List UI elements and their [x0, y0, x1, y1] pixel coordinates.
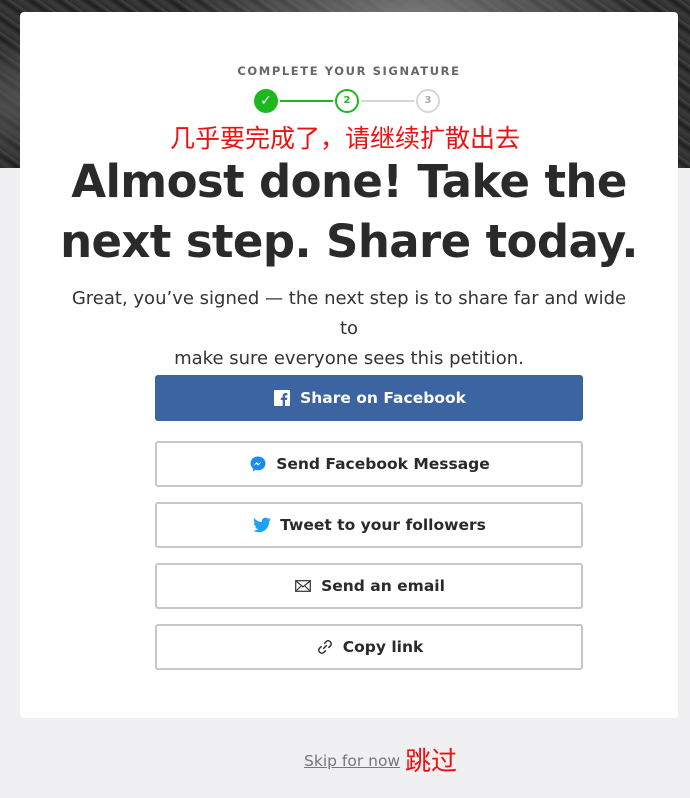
step-3-pending: 3: [416, 89, 440, 113]
red-annotation-skip: 跳过: [405, 746, 458, 776]
tweet-followers-button[interactable]: Tweet to your followers: [155, 502, 583, 548]
skip-for-now-link[interactable]: Skip for now: [304, 752, 400, 770]
headline-line-2: next step. Share today.: [60, 215, 638, 268]
copy-link-label: Copy link: [342, 638, 424, 656]
red-annotation-top: 几乎要完成了，请继续扩散出去: [169, 125, 520, 153]
link-icon: [315, 638, 335, 656]
facebook-icon: [272, 389, 292, 407]
step-1-complete-check-icon: ✓: [254, 89, 278, 113]
send-email-button[interactable]: Send an email: [155, 563, 583, 609]
headline-line-1: Almost done! Take the: [71, 155, 627, 208]
twitter-icon: [252, 516, 272, 534]
messenger-icon: [248, 455, 268, 473]
step-connector-complete: [280, 100, 333, 102]
step-connector-pending: [361, 100, 414, 102]
page-subtext: Great, you’ve signed — the next step is …: [60, 284, 638, 374]
send-message-label: Send Facebook Message: [276, 455, 490, 473]
page-headline: Almost done! Take the next step. Share t…: [20, 152, 678, 272]
envelope-icon: [293, 577, 313, 595]
tweet-label: Tweet to your followers: [280, 516, 486, 534]
share-facebook-label: Share on Facebook: [300, 389, 466, 407]
progress-stepper: ✓ 2 3: [254, 89, 444, 115]
send-email-label: Send an email: [321, 577, 445, 595]
share-facebook-button[interactable]: Share on Facebook: [155, 375, 583, 421]
copy-link-button[interactable]: Copy link: [155, 624, 583, 670]
subtext-line-1: Great, you’ve signed — the next step is …: [71, 288, 627, 339]
section-eyebrow: COMPLETE YOUR SIGNATURE: [237, 64, 461, 78]
skip-row: Skip for now 跳过: [0, 744, 690, 778]
subtext-line-2: make sure everyone sees this petition.: [174, 348, 524, 369]
step-2-current: 2: [335, 89, 359, 113]
send-facebook-message-button[interactable]: Send Facebook Message: [155, 441, 583, 487]
